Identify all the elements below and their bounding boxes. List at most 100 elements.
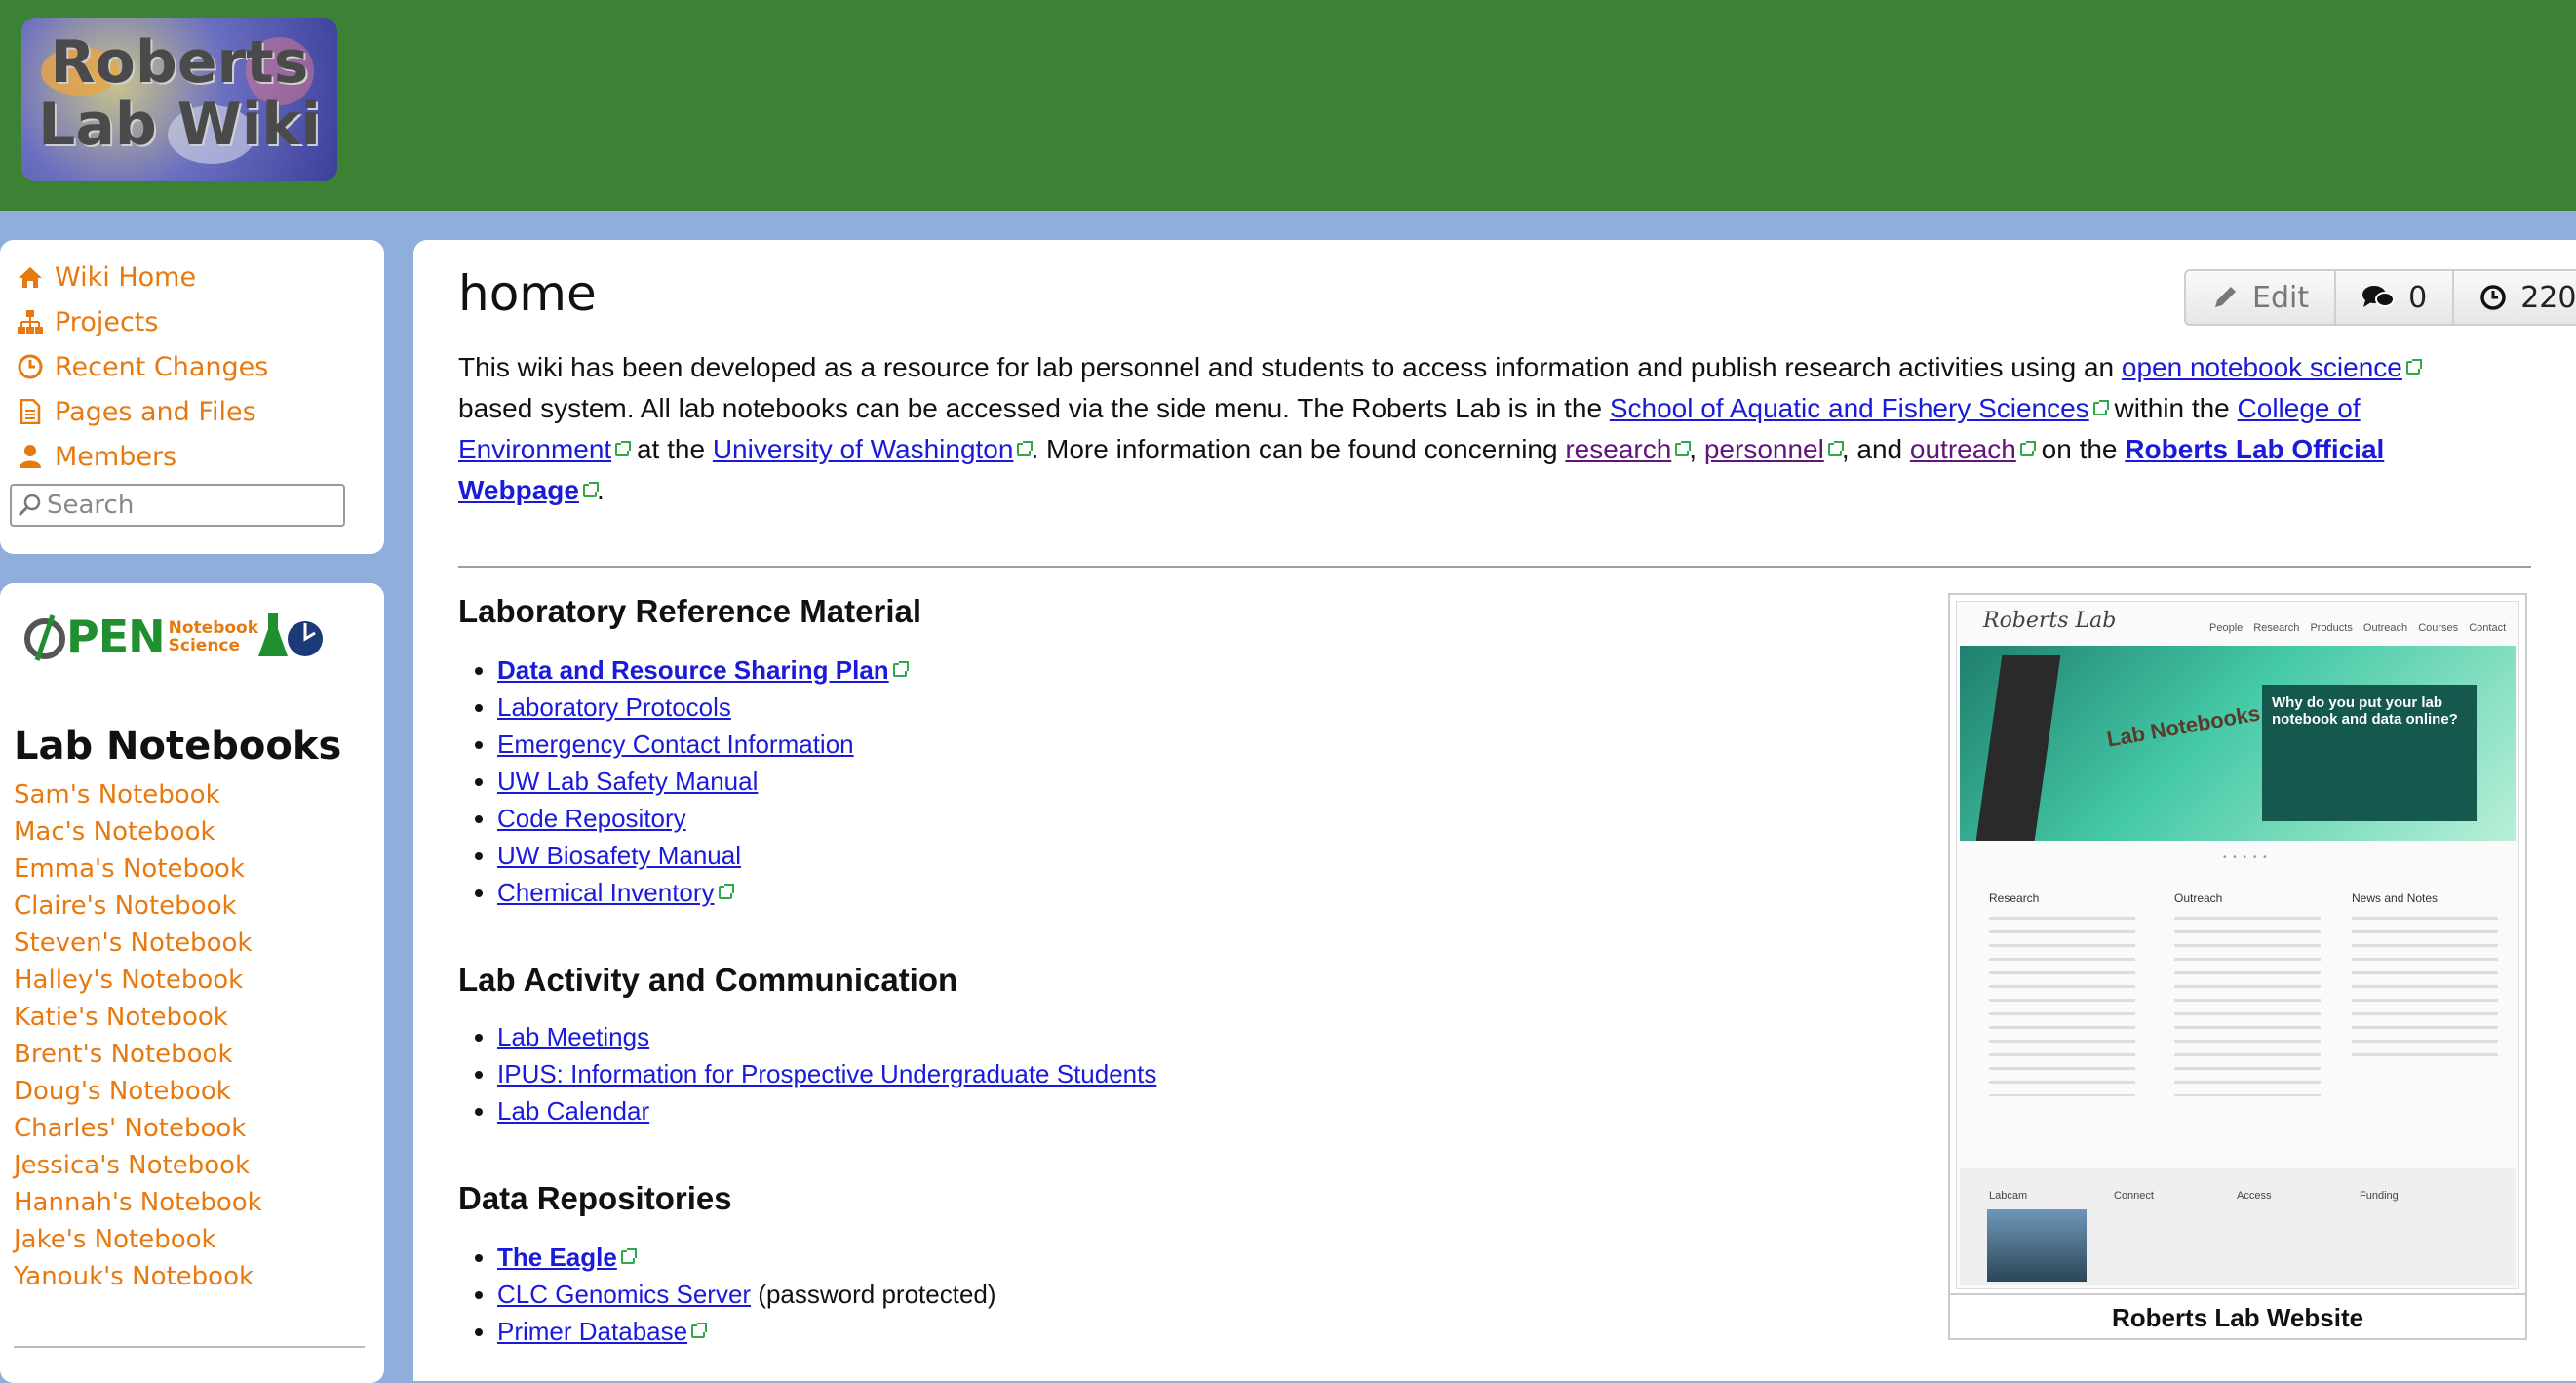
wiki-logo[interactable]: Roberts Lab Wiki: [21, 18, 337, 181]
list-item: Chemical Inventory: [497, 874, 907, 911]
link-safs[interactable]: School of Aquatic and Fishery Sciences: [1610, 393, 2089, 423]
thumb-col-text: [2174, 911, 2321, 1096]
comments-count: 0: [2408, 280, 2428, 315]
nav-label: Members: [55, 441, 177, 472]
notebook-link[interactable]: Charles' Notebook: [14, 1114, 246, 1143]
divider: [458, 566, 2531, 568]
nav-label: Recent Changes: [55, 351, 269, 382]
notebook-link[interactable]: Jake's Notebook: [14, 1225, 216, 1254]
notebook-link[interactable]: Mac's Notebook: [14, 817, 215, 847]
section-heading: Lab Activity and Communication: [458, 962, 958, 998]
notebook-link[interactable]: Brent's Notebook: [14, 1040, 233, 1069]
external-link-icon: [582, 482, 599, 497]
file-icon: [14, 399, 47, 424]
link-open-notebook-science[interactable]: open notebook science: [2122, 352, 2402, 382]
thumb-labcam-image: [1987, 1209, 2087, 1282]
thumb-col-text: [1989, 911, 2135, 1096]
notebook-link[interactable]: Katie's Notebook: [14, 1003, 228, 1032]
link-ipus[interactable]: IPUS: Information for Prospective Underg…: [497, 1059, 1156, 1088]
external-link-icon: [615, 441, 632, 456]
notebook-link[interactable]: Doug's Notebook: [14, 1077, 231, 1106]
link-biosafety-manual[interactable]: UW Biosafety Manual: [497, 841, 741, 870]
history-count: 220: [2520, 280, 2576, 315]
sidebar-divider: [14, 1346, 365, 1348]
link-lab-meetings[interactable]: Lab Meetings: [497, 1022, 649, 1051]
notebook-link[interactable]: Emma's Notebook: [14, 854, 245, 884]
data-repo-links-list: The Eagle CLC Genomics Server (password …: [460, 1239, 996, 1350]
notebook-link[interactable]: Jessica's Notebook: [14, 1151, 250, 1180]
password-note: (password protected): [751, 1280, 996, 1309]
ons-o-icon: [24, 614, 65, 661]
notebook-link[interactable]: Yanouk's Notebook: [14, 1262, 254, 1291]
lab-notebooks-title: Lab Notebooks: [14, 724, 342, 769]
thumb-col-outreach: Outreach: [2174, 891, 2223, 905]
external-link-icon: [2019, 441, 2036, 456]
thumb-site-nav: People Research Products Outreach Course…: [2209, 622, 2507, 634]
link-emergency-contact[interactable]: Emergency Contact Information: [497, 730, 854, 759]
nav-pages-and-files[interactable]: Pages and Files: [14, 394, 256, 429]
thumb-col-research: Research: [1989, 891, 2040, 905]
nav-wiki-home[interactable]: Wiki Home: [14, 259, 196, 295]
activity-links-list: Lab Meetings IPUS: Information for Prosp…: [460, 1018, 1156, 1129]
notebook-link[interactable]: Sam's Notebook: [14, 780, 220, 810]
carousel-dots: • • • • •: [2223, 852, 2269, 863]
page-toolbar: Edit 0 220: [2184, 269, 2576, 326]
ons-word: PEN: [66, 611, 166, 663]
link-personnel[interactable]: personnel: [1704, 434, 1824, 464]
link-code-repository[interactable]: Code Repository: [497, 804, 686, 833]
external-link-icon: [1675, 441, 1692, 456]
site-header: Roberts Lab Wiki: [0, 0, 2576, 211]
notebook-link[interactable]: Halley's Notebook: [14, 966, 243, 995]
list-item: Emergency Contact Information: [497, 726, 907, 763]
link-lab-safety-manual[interactable]: UW Lab Safety Manual: [497, 767, 758, 796]
nav-projects[interactable]: Projects: [14, 304, 158, 339]
thumb-foot-access: Access: [2237, 1190, 2272, 1202]
comments-icon: [2361, 284, 2396, 311]
link-data-sharing-plan[interactable]: Data and Resource Sharing Plan: [497, 655, 889, 685]
nav-label: Projects: [55, 306, 159, 337]
notebook-link[interactable]: Claire's Notebook: [14, 891, 237, 921]
nav-label: Pages and Files: [55, 396, 256, 427]
link-the-eagle[interactable]: The Eagle: [497, 1243, 617, 1272]
link-outreach[interactable]: outreach: [1910, 434, 2016, 464]
logo-text: Roberts Lab Wiki: [38, 28, 321, 159]
list-item: Laboratory Protocols: [497, 689, 907, 726]
clock-icon: [14, 354, 47, 379]
intro-paragraph: This wiki has been developed as a resour…: [458, 347, 2486, 511]
search-input[interactable]: [43, 490, 332, 521]
open-notebook-science-logo[interactable]: PEN Notebook Science: [23, 603, 337, 671]
thumb-col-news: News and Notes: [2352, 891, 2439, 905]
edit-button[interactable]: Edit: [2184, 269, 2337, 326]
list-item: UW Lab Safety Manual: [497, 763, 907, 800]
list-item: Data and Resource Sharing Plan: [497, 652, 909, 689]
link-lab-calendar[interactable]: Lab Calendar: [497, 1096, 649, 1126]
nav-recent-changes[interactable]: Recent Changes: [14, 349, 268, 384]
notebook-link[interactable]: Hannah's Notebook: [14, 1188, 262, 1217]
flask-icon: [258, 613, 324, 656]
page-title: home: [458, 265, 597, 322]
link-lab-protocols[interactable]: Laboratory Protocols: [497, 692, 731, 722]
thumb-hero-popup: Why do you put your lab notebook and dat…: [2262, 685, 2477, 821]
nav-members[interactable]: Members: [14, 439, 176, 474]
list-item: Lab Calendar: [497, 1092, 1156, 1129]
list-item: CLC Genomics Server (password protected): [497, 1276, 996, 1313]
pencil-icon: [2211, 284, 2239, 311]
edit-label: Edit: [2252, 280, 2310, 315]
thumb-foot-labcam: Labcam: [1989, 1190, 2028, 1202]
list-item: IPUS: Information for Prospective Underg…: [497, 1055, 1156, 1092]
link-primer-database[interactable]: Primer Database: [497, 1317, 687, 1346]
notebook-link[interactable]: Steven's Notebook: [14, 929, 252, 958]
user-icon: [14, 444, 47, 469]
history-button[interactable]: 220: [2452, 269, 2576, 326]
nav-label: Wiki Home: [55, 261, 197, 293]
link-research[interactable]: research: [1565, 434, 1671, 464]
reference-links-list: Data and Resource Sharing Plan Laborator…: [460, 652, 909, 911]
ons-small: Notebook Science: [168, 618, 259, 655]
link-uw[interactable]: University of Washington: [713, 434, 1014, 464]
link-chemical-inventory[interactable]: Chemical Inventory: [497, 878, 715, 907]
link-clc-genomics[interactable]: CLC Genomics Server: [497, 1280, 751, 1309]
list-item: Lab Meetings: [497, 1018, 1156, 1055]
thumb-foot-connect: Connect: [2114, 1190, 2154, 1202]
search-field[interactable]: [10, 484, 345, 527]
comments-button[interactable]: 0: [2334, 269, 2455, 326]
